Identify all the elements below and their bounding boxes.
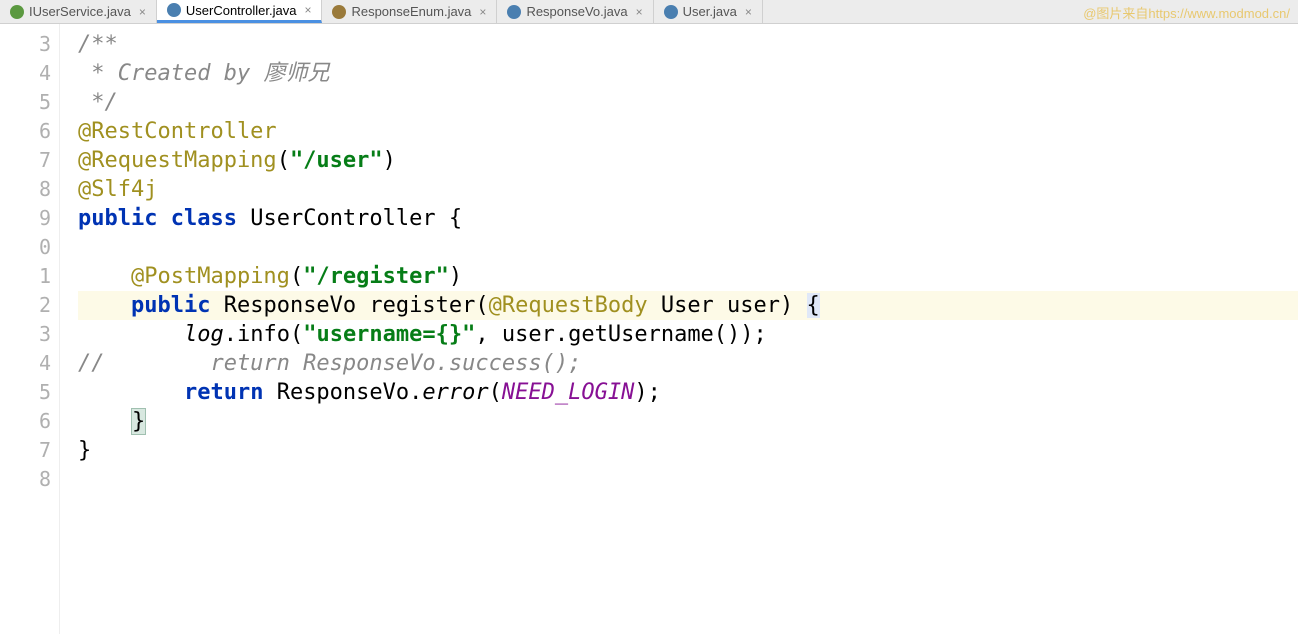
code-line: @Slf4j	[78, 175, 1298, 204]
line-number: 8	[0, 465, 59, 494]
tab-iuserservice[interactable]: IUserService.java ×	[0, 0, 157, 23]
class-icon	[167, 3, 181, 17]
code-line	[78, 233, 1298, 262]
matching-brace: }	[131, 408, 146, 435]
line-number: 9	[0, 204, 59, 233]
line-number: 3	[0, 30, 59, 59]
tab-responsevo[interactable]: ResponseVo.java ×	[497, 0, 653, 23]
code-line: }	[78, 436, 1298, 465]
close-icon[interactable]: ×	[304, 3, 311, 17]
code-line: * Created by 廖师兄	[78, 59, 1298, 88]
code-line: return ResponseVo.error(NEED_LOGIN);	[78, 378, 1298, 407]
line-number: 6	[0, 117, 59, 146]
tab-responseenum[interactable]: ResponseEnum.java ×	[322, 0, 497, 23]
code-line: @RequestMapping("/user")	[78, 146, 1298, 175]
class-icon	[507, 5, 521, 19]
close-icon[interactable]: ×	[479, 5, 486, 19]
matching-brace: {	[807, 293, 820, 318]
tab-user[interactable]: User.java ×	[654, 0, 763, 23]
line-number: 0	[0, 233, 59, 262]
line-number: 7	[0, 436, 59, 465]
code-line	[78, 465, 1298, 494]
watermark-text: @图片来自https://www.modmod.cn/	[1083, 3, 1290, 22]
tab-label: ResponseEnum.java	[351, 4, 471, 19]
editor-area: 3 4 5 6 7 8 9 0 1 2@ 3 4 5 6 7 8 /** * C…	[0, 24, 1298, 634]
line-number: 6	[0, 407, 59, 436]
line-number: 4	[0, 59, 59, 88]
tab-label: User.java	[683, 4, 737, 19]
close-icon[interactable]: ×	[745, 5, 752, 19]
line-number: 4	[0, 349, 59, 378]
line-number: 2@	[0, 291, 59, 320]
line-number: 8	[0, 175, 59, 204]
line-number: 7	[0, 146, 59, 175]
tab-label: ResponseVo.java	[526, 4, 627, 19]
code-line: public class UserController {	[78, 204, 1298, 233]
class-icon	[664, 5, 678, 19]
line-number: 1	[0, 262, 59, 291]
tab-label: IUserService.java	[29, 4, 131, 19]
line-gutter[interactable]: 3 4 5 6 7 8 9 0 1 2@ 3 4 5 6 7 8	[0, 24, 60, 634]
code-line: /**	[78, 30, 1298, 59]
code-line: // return ResponseVo.success();	[78, 349, 1298, 378]
tab-usercontroller[interactable]: UserController.java ×	[157, 0, 323, 23]
enum-icon	[332, 5, 346, 19]
code-line-active: public ResponseVo register(@RequestBody …	[78, 291, 1298, 320]
code-line: }	[78, 407, 1298, 436]
code-line: log.info("username={}", user.getUsername…	[78, 320, 1298, 349]
tab-label: UserController.java	[186, 3, 297, 18]
line-number: 5	[0, 378, 59, 407]
close-icon[interactable]: ×	[139, 5, 146, 19]
interface-icon	[10, 5, 24, 19]
code-line: */	[78, 88, 1298, 117]
line-number: 3	[0, 320, 59, 349]
code-line: @RestController	[78, 117, 1298, 146]
close-icon[interactable]: ×	[636, 5, 643, 19]
code-line: @PostMapping("/register")	[78, 262, 1298, 291]
code-content[interactable]: /** * Created by 廖师兄 */ @RestController …	[60, 24, 1298, 634]
line-number: 5	[0, 88, 59, 117]
